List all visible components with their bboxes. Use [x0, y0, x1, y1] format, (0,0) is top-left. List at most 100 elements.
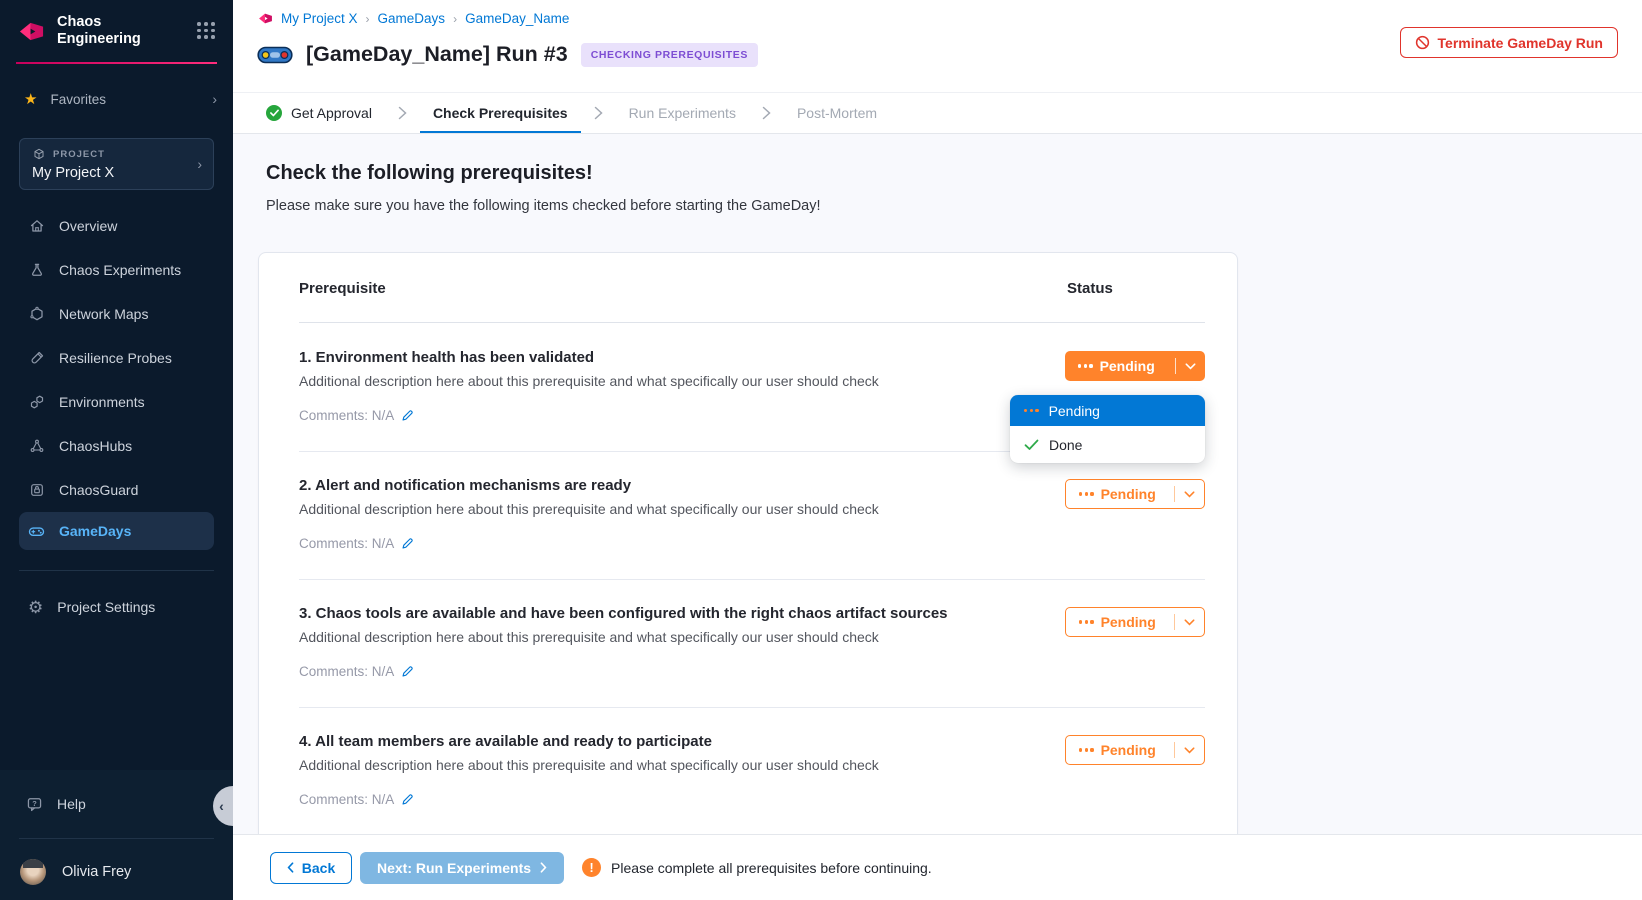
sidebar-item-chaoshubs[interactable]: ChaosHubs [0, 424, 233, 468]
sidebar-item-favorites[interactable]: ★ Favorites › [0, 86, 233, 112]
dropdown-option-label: Done [1049, 437, 1082, 453]
breadcrumb-gamedays-link[interactable]: GameDays [378, 11, 446, 26]
pending-dots-icon [1024, 409, 1039, 412]
sidebar-item-label: GameDays [59, 523, 131, 539]
environments-icon [28, 394, 45, 411]
sidebar-item-overview[interactable]: Overview [0, 204, 233, 248]
sidebar-item-chaosguard[interactable]: ChaosGuard [0, 468, 233, 512]
prerequisite-row: 1. Environment health has been validated… [259, 323, 1237, 451]
comments-label: Comments: N/A [299, 664, 394, 679]
prerequisite-description: Additional description here about this p… [299, 757, 879, 773]
pending-dots-icon [1079, 748, 1094, 751]
prerequisite-title: 1. Environment health has been validated [299, 349, 594, 366]
prerequisite-row: 3. Chaos tools are available and have be… [259, 579, 1237, 707]
sidebar-item-label: Environments [59, 394, 145, 410]
column-status: Status [1067, 280, 1113, 297]
status-pending-button[interactable]: Pending [1065, 351, 1205, 381]
step-get-approval[interactable]: Get Approval [253, 93, 385, 133]
sidebar-item-network-maps[interactable]: Network Maps [0, 292, 233, 336]
prerequisite-title: 2. Alert and notification mechanisms are… [299, 477, 631, 494]
status-pending-button[interactable]: Pending [1065, 607, 1205, 637]
sidebar-item-help[interactable]: ? Help [0, 788, 233, 820]
pending-dots-icon [1078, 364, 1093, 367]
help-chat-icon: ? [26, 796, 43, 813]
chevron-down-icon[interactable] [1184, 491, 1195, 498]
status-dropdown-menu: Pending Done [1010, 395, 1205, 463]
gamepad-icon [28, 523, 45, 540]
prerequisite-description: Additional description here about this p… [299, 373, 879, 389]
comments-label: Comments: N/A [299, 408, 394, 423]
sidebar-item-resilience-probes[interactable]: Resilience Probes [0, 336, 233, 380]
step-post-mortem[interactable]: Post-Mortem [784, 93, 890, 133]
sidebar-footer: ? Help Olivia Frey [0, 770, 233, 900]
next-run-experiments-button[interactable]: Next: Run Experiments [360, 852, 564, 884]
breadcrumb: My Project X › GameDays › GameDay_Name [258, 11, 569, 26]
chevron-down-icon[interactable] [1184, 747, 1195, 754]
app-logo[interactable]: Chaos Engineering [18, 14, 152, 49]
sidebar-item-project-settings[interactable]: ⚙ Project Settings [0, 590, 233, 624]
dropdown-option-done[interactable]: Done [1010, 426, 1205, 463]
chevron-down-icon[interactable] [1184, 619, 1195, 626]
sidebar-item-label: ChaosHubs [59, 438, 132, 454]
status-pending-button[interactable]: Pending [1065, 479, 1205, 509]
module-grid-icon[interactable] [197, 22, 215, 39]
edit-pencil-icon[interactable] [401, 793, 414, 806]
sidebar-item-environments[interactable]: Environments [0, 380, 233, 424]
status-pending-button[interactable]: Pending [1065, 735, 1205, 765]
cube-icon [32, 147, 46, 161]
chevron-right-icon: › [453, 12, 457, 26]
warning-icon: ! [582, 858, 601, 877]
project-label: PROJECT [53, 149, 105, 160]
help-label: Help [57, 796, 86, 812]
prerequisite-description: Additional description here about this p… [299, 629, 879, 645]
step-run-experiments[interactable]: Run Experiments [616, 93, 749, 133]
breadcrumb-project-link[interactable]: My Project X [281, 11, 358, 26]
chevron-right-icon [540, 862, 547, 873]
dropdown-option-pending[interactable]: Pending [1010, 395, 1205, 426]
probe-icon [28, 350, 45, 367]
prerequisite-row: 2. Alert and notification mechanisms are… [259, 451, 1237, 579]
done-check-icon [1024, 439, 1039, 451]
edit-pencil-icon[interactable] [401, 537, 414, 550]
prerequisite-title: 3. Chaos tools are available and have be… [299, 605, 948, 622]
edit-pencil-icon[interactable] [401, 409, 414, 422]
page-header: My Project X › GameDays › GameDay_Name [… [233, 0, 1642, 92]
pending-dots-icon [1079, 492, 1094, 495]
chevron-right-icon [594, 106, 603, 120]
comments-label: Comments: N/A [299, 536, 394, 551]
lock-icon [28, 482, 45, 499]
chevron-right-icon: › [212, 91, 217, 107]
sidebar-item-label: Resilience Probes [59, 350, 172, 366]
sidebar-divider [19, 838, 214, 839]
comments-label: Comments: N/A [299, 792, 394, 807]
step-label: Run Experiments [629, 105, 736, 121]
prerequisites-card: Prerequisite Status 1. Environment healt… [258, 252, 1238, 834]
content-heading: Check the following prerequisites! [266, 162, 593, 185]
breadcrumb-gameday-link[interactable]: GameDay_Name [465, 11, 569, 26]
step-label: Check Prerequisites [433, 105, 568, 121]
project-settings-label: Project Settings [57, 599, 155, 615]
terminate-gameday-button[interactable]: Terminate GameDay Run [1400, 27, 1618, 58]
sidebar-item-gamedays[interactable]: GameDays [19, 512, 214, 550]
chevron-right-icon: › [366, 12, 370, 26]
check-circle-icon [266, 105, 282, 121]
step-check-prerequisites[interactable]: Check Prerequisites [420, 93, 581, 133]
hub-icon [28, 438, 45, 455]
user-profile[interactable]: Olivia Frey [0, 852, 233, 892]
chevron-down-icon[interactable] [1185, 363, 1196, 370]
project-selector[interactable]: PROJECT My Project X › [19, 138, 214, 190]
column-prerequisite: Prerequisite [299, 280, 386, 297]
edit-pencil-icon[interactable] [401, 665, 414, 678]
sidebar-item-chaos-experiments[interactable]: Chaos Experiments [0, 248, 233, 292]
chaos-logo-icon [258, 11, 273, 26]
sidebar-item-label: Overview [59, 218, 117, 234]
comments-row: Comments: N/A [299, 536, 414, 551]
main-content: Check the following prerequisites! Pleas… [233, 134, 1642, 834]
status-button-label: Pending [1101, 486, 1156, 502]
status-badge: CHECKING PREREQUISITES [581, 43, 758, 67]
warning-text: Please complete all prerequisites before… [611, 860, 932, 876]
back-button[interactable]: Back [270, 852, 352, 884]
app-title: Chaos Engineering [57, 14, 152, 49]
dropdown-option-label: Pending [1049, 403, 1100, 419]
back-label: Back [302, 860, 335, 876]
